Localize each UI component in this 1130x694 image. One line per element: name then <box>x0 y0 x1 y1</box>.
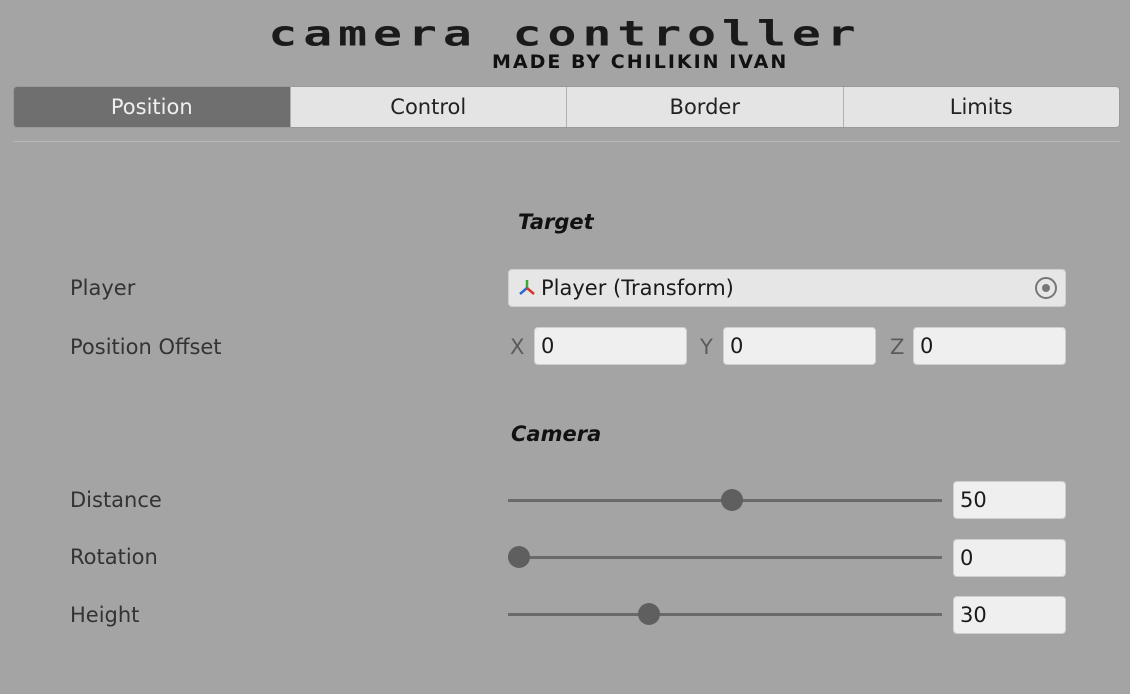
tab-control[interactable]: Control <box>289 87 566 127</box>
offset-y-label: Y <box>700 335 713 359</box>
height-slider[interactable] <box>508 603 942 625</box>
distance-input[interactable]: 50 <box>953 481 1066 519</box>
position-offset-label: Position Offset <box>70 335 222 359</box>
height-input[interactable]: 30 <box>953 596 1066 634</box>
height-label: Height <box>70 603 140 627</box>
rotation-slider[interactable] <box>508 546 942 568</box>
transform-icon <box>515 276 539 300</box>
offset-z-label: Z <box>890 335 905 359</box>
rotation-slider-thumb[interactable] <box>508 546 530 568</box>
camera-heading: Camera <box>511 422 602 446</box>
tab-bar: Position Control Border Limits <box>13 86 1120 128</box>
player-label: Player <box>70 276 136 300</box>
offset-x-label: X <box>510 335 525 359</box>
tab-position[interactable]: Position <box>14 87 290 127</box>
title-logo: camera controller <box>268 13 862 55</box>
rotation-label: Rotation <box>70 545 158 569</box>
distance-slider-thumb[interactable] <box>720 489 743 511</box>
object-picker-icon[interactable] <box>1035 277 1057 299</box>
tab-limits[interactable]: Limits <box>842 87 1119 127</box>
distance-label: Distance <box>70 488 162 512</box>
subtitle: MADE BY CHILIKIN IVAN <box>492 51 789 73</box>
rotation-input[interactable]: 0 <box>953 539 1066 577</box>
player-object-value: Player (Transform) <box>541 276 734 300</box>
distance-slider[interactable] <box>508 489 942 511</box>
target-heading: Target <box>518 210 594 234</box>
tab-border[interactable]: Border <box>566 87 843 127</box>
offset-y-input[interactable]: 0 <box>723 327 876 365</box>
offset-x-input[interactable]: 0 <box>534 327 687 365</box>
header: camera controller MADE BY CHILIKIN IVAN <box>0 0 1130 86</box>
offset-z-input[interactable]: 0 <box>913 327 1066 365</box>
player-object-field[interactable]: Player (Transform) <box>508 269 1066 307</box>
